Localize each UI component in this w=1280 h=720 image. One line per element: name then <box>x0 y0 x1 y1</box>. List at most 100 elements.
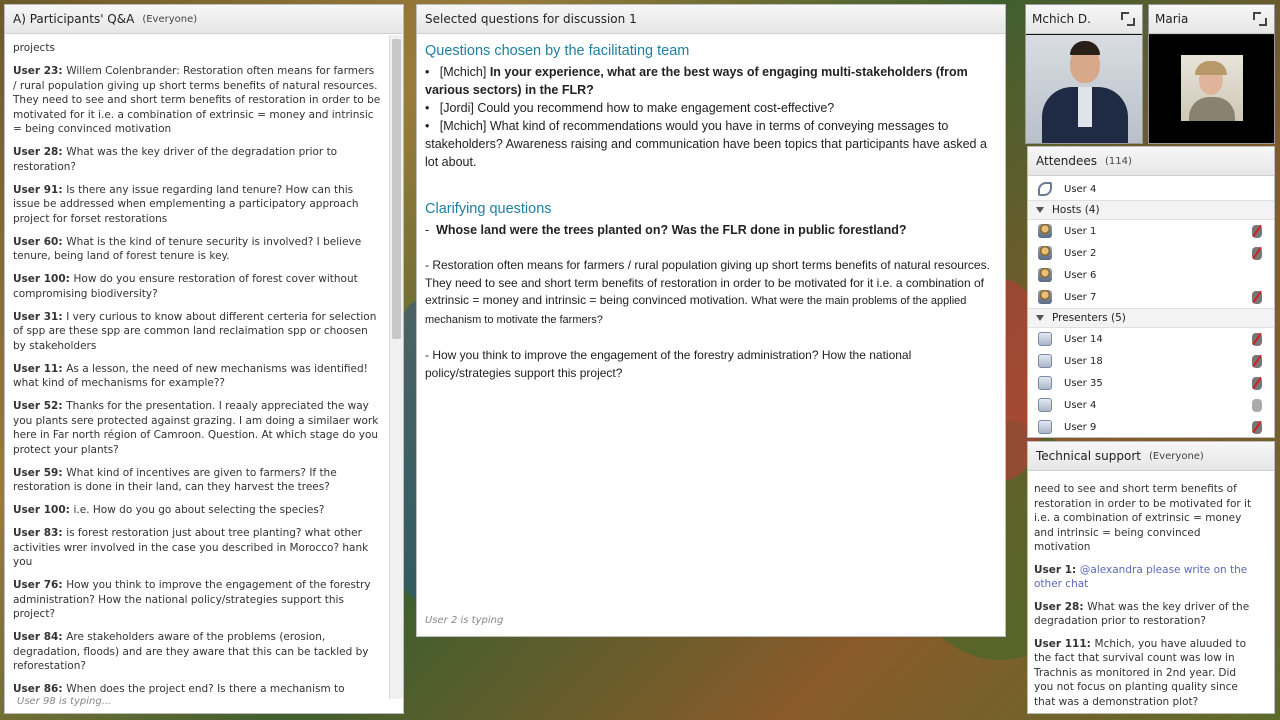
mic-active-icon[interactable] <box>1252 398 1262 412</box>
chat-message: User 59: What kind of incentives are giv… <box>13 466 381 495</box>
clarifying-question-2: - Restoration often means for farmers / … <box>425 257 997 329</box>
attendee-item[interactable]: User 4 <box>1028 394 1274 416</box>
expand-icon[interactable] <box>1120 11 1136 27</box>
attendee-item[interactable]: User 18 <box>1028 350 1274 372</box>
qa-panel-scope: (Everyone) <box>142 13 198 25</box>
mic-muted-icon[interactable] <box>1252 224 1262 238</box>
attendee-name: User 18 <box>1064 355 1103 367</box>
participant-body <box>1189 97 1235 121</box>
chat-message: User 52: Thanks for the presentation. I … <box>13 399 381 457</box>
presenter-icon <box>1038 420 1052 434</box>
chat-message: User 31: I very curious to know about di… <box>13 310 381 354</box>
clarifying-question-text: Whose land were the trees planted on? Wa… <box>436 223 907 237</box>
attendee-item[interactable]: User 35 <box>1028 372 1274 394</box>
attendee-item[interactable]: User 1 <box>1028 220 1274 242</box>
attendee-name: User 4 <box>1064 399 1097 411</box>
attendee-item[interactable]: User 7 <box>1028 286 1274 308</box>
presenter-hair <box>1070 41 1100 55</box>
hosts-group-label: Hosts (4) <box>1052 204 1100 216</box>
attendee-item[interactable]: User 14 <box>1028 328 1274 350</box>
chat-message-author: User 1: <box>1034 563 1080 576</box>
tech-support-scope: (Everyone) <box>1149 450 1204 462</box>
presenter-icon <box>1038 398 1052 412</box>
chat-message: User 11: As a lesson, the need of new me… <box>13 362 381 391</box>
qa-typing-indicator: User 98 is typing... <box>17 696 112 707</box>
chat-message-text: How you think to improve the engagement … <box>13 579 371 620</box>
discussion-panel-header: Selected questions for discussion 1 <box>417 5 1005 34</box>
presenter-icon <box>1038 376 1052 390</box>
attendees-count: (114) <box>1105 155 1132 167</box>
video-tile-header: Mchich D. <box>1026 5 1142 34</box>
video-tile-mchich: Mchich D. <box>1025 4 1143 144</box>
expand-icon[interactable] <box>1252 11 1268 27</box>
chat-message-text: Are stakeholders aware of the problems (… <box>13 631 369 672</box>
clarifying-question-1: - Whose land were the trees planted on? … <box>425 223 907 237</box>
chat-message: User 28: What was the key driver of the … <box>1034 600 1256 629</box>
video-feed <box>1149 35 1274 143</box>
attendee-name: User 2 <box>1064 247 1097 259</box>
attendees-panel: Attendees (114) User 4 Hosts (4) User 1U… <box>1027 146 1275 438</box>
chat-message: User 76: How you think to improve the en… <box>13 578 381 622</box>
attendee-item[interactable]: User 9 <box>1028 416 1274 438</box>
qa-panel-header: A) Participants' Q&A (Everyone) <box>5 5 403 34</box>
qa-scrollbar-thumb[interactable] <box>392 39 401 339</box>
participant-hair <box>1195 61 1227 75</box>
discussion-panel-title: Selected questions for discussion 1 <box>425 12 637 26</box>
tech-support-title: Technical support <box>1036 449 1141 463</box>
chat-message-text: projects <box>13 42 55 54</box>
discussion-panel: Selected questions for discussion 1 Ques… <box>416 4 1006 637</box>
attendee-name: User 35 <box>1064 377 1103 389</box>
chat-message-text: need to see and short term benefits of r… <box>1034 483 1252 553</box>
presenters-group-label: Presenters (5) <box>1052 312 1126 324</box>
question-author-tag: [Jordi] <box>439 101 478 115</box>
mic-muted-icon[interactable] <box>1252 246 1262 260</box>
attendee-item[interactable]: User 6 <box>1028 264 1274 286</box>
host-icon <box>1038 246 1052 260</box>
attendee-name: User 4 <box>1064 183 1097 195</box>
qa-chat-log[interactable]: projects User 23: Willem Colenbrander: Re… <box>5 35 389 699</box>
host-icon <box>1038 224 1052 238</box>
phone-icon <box>1038 182 1052 196</box>
mic-muted-icon[interactable] <box>1252 376 1262 390</box>
chat-message-author: User 28: <box>1034 600 1088 613</box>
chosen-question: • [Mchich] In your experience, what are … <box>425 65 968 97</box>
mic-muted-icon[interactable] <box>1252 420 1262 434</box>
chat-message: User 23: Willem Colenbrander: Restoratio… <box>13 64 381 137</box>
chat-message-text: i.e. How do you go about selecting the s… <box>73 504 325 516</box>
chat-message: User 100: i.e. How do you go about selec… <box>13 503 381 518</box>
chat-message: User 91: Is there any issue regarding la… <box>13 183 381 227</box>
discussion-notes[interactable]: Questions chosen by the facilitating tea… <box>417 35 1005 636</box>
chat-message-author: User 23: <box>13 65 67 77</box>
tech-support-panel: Technical support (Everyone) need to see… <box>1027 441 1275 714</box>
tech-chat-log[interactable]: need to see and short term benefits of r… <box>1028 472 1262 713</box>
chat-message: User 60: What is the kind of tenure secu… <box>13 235 381 264</box>
attendee-item[interactable]: User 2 <box>1028 242 1274 264</box>
chat-message-author: User 28: <box>13 146 67 158</box>
mic-muted-icon[interactable] <box>1252 354 1262 368</box>
chat-message: User 83: is forest restoration just abou… <box>13 526 381 570</box>
question-text: Could you recommend how to make engageme… <box>477 101 835 115</box>
chosen-question: • [Jordi] Could you recommend how to mak… <box>425 101 835 115</box>
video-feed <box>1026 35 1142 143</box>
mic-muted-icon[interactable] <box>1252 290 1262 304</box>
video-tile-name: Mchich D. <box>1032 12 1091 26</box>
mic-muted-icon[interactable] <box>1252 332 1262 346</box>
chat-message: User 100: How do you ensure restoration … <box>13 272 381 301</box>
chat-message-author: User 76: <box>13 579 67 591</box>
section-title-clarifying: Clarifying questions <box>425 201 552 217</box>
section-title-chosen: Questions chosen by the facilitating tea… <box>425 43 690 59</box>
attendee-current-user[interactable]: User 4 <box>1028 178 1274 200</box>
hosts-list: User 1 User 2 User 6 User 7 <box>1028 220 1274 308</box>
host-icon <box>1038 290 1052 304</box>
attendee-name: User 7 <box>1064 291 1097 303</box>
question-text: In your experience, what are the best wa… <box>425 65 968 97</box>
presenter-icon <box>1038 354 1052 368</box>
qa-scrollbar[interactable] <box>389 35 403 699</box>
presenters-group-toggle[interactable]: Presenters (5) <box>1028 308 1274 328</box>
chat-message-author: User 111: <box>1034 637 1095 650</box>
tech-support-header: Technical support (Everyone) <box>1028 442 1274 471</box>
hosts-group-toggle[interactable]: Hosts (4) <box>1028 200 1274 220</box>
chat-message-author: User 83: <box>13 527 67 539</box>
chat-message-author: User 59: <box>13 466 67 479</box>
attendees-title: Attendees <box>1036 154 1098 168</box>
